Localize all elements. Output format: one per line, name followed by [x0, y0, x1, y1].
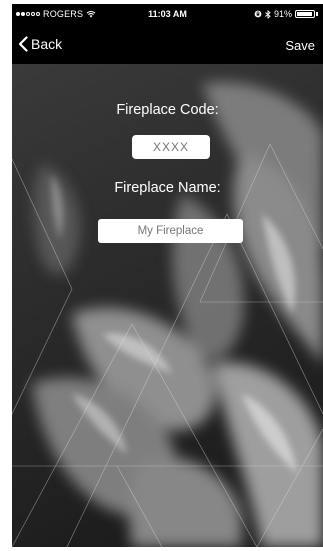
bluetooth-icon: [265, 9, 271, 19]
fireplace-code-input[interactable]: [132, 135, 210, 159]
battery-percent: 91%: [273, 9, 292, 19]
back-label: Back: [31, 36, 63, 52]
chevron-left-icon: [18, 36, 28, 52]
battery-tip: [316, 12, 318, 16]
battery-level: [297, 12, 312, 16]
status-right: 91%: [254, 9, 318, 19]
fireplace-form: Fireplace Code: Fireplace Name:: [12, 64, 323, 264]
fireplace-name-input[interactable]: [98, 219, 243, 243]
lock-rotation-icon: [254, 10, 262, 18]
status-bar: ROGERS 11:03 AM 91%: [12, 4, 323, 26]
navigation-bar: Back Save: [12, 26, 323, 64]
back-button[interactable]: Back: [18, 36, 62, 52]
fireplace-name-label: Fireplace Name:: [114, 180, 221, 196]
battery-icon: [295, 10, 315, 18]
save-button[interactable]: Save: [285, 38, 315, 53]
content-area: Fireplace Code: Fireplace Name:: [12, 64, 323, 547]
fireplace-code-label: Fireplace Code:: [116, 102, 219, 118]
app-screen: ROGERS 11:03 AM 91% Back Save Fireplace …: [12, 4, 323, 547]
